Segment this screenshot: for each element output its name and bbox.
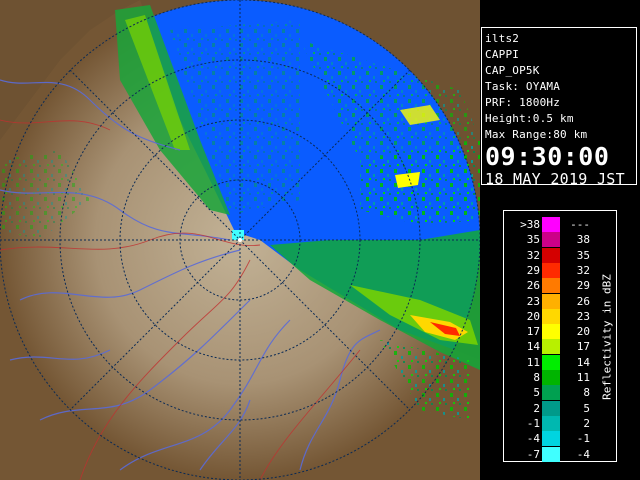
legend-upper-bound: 29 [576,279,590,293]
cappi-height: Height:0.5 km [485,112,574,125]
legend-upper-bound: 8 [583,386,590,400]
radar-map [0,0,480,480]
legend-lower-bound: 11 [526,355,540,369]
task-name: Task: OYAMA [485,80,561,93]
legend-upper-bound: 35 [576,248,590,262]
legend-lower-bound: 35 [526,233,540,247]
legend-lower-bound: -1 [526,416,540,430]
legend-lower-bound: 14 [526,340,540,354]
legend-lower-bound: 20 [526,309,540,323]
legend-color-swatch [542,370,560,385]
legend-title-box: Reflectivity in dBZ [600,219,614,455]
radar-site-marker [238,238,242,242]
legend-upper-bound: 2 [583,416,590,430]
legend-upper-bound: 38 [576,233,590,247]
legend-upper-bound: -4 [576,447,590,461]
legend-color-swatch [542,262,560,278]
legend-upper-bound: --- [570,218,590,231]
legend-color-swatch [542,415,560,431]
legend-upper-bound: 17 [576,340,590,354]
max-range: Max Range:80 km [485,128,588,141]
legend-lower-bound: 29 [526,263,540,277]
legend-color-swatch [542,217,560,232]
legend-color-swatch [542,431,560,447]
legend-lower-bound: 32 [526,248,540,262]
legend-color-swatch [542,293,560,309]
legend-upper-bound: 26 [576,294,590,308]
legend-color-swatch [542,308,560,324]
legend-color-swatch [542,400,560,416]
legend-color-swatch [542,354,560,370]
site-name: ilts2 [485,32,520,45]
legend-color-swatch [542,324,560,340]
legend-color-swatch [542,446,560,462]
legend-upper-bound: 11 [576,371,590,384]
info-panel: ilts2 CAPPI CAP_OP5K Task: OYAMA PRF: 18… [481,27,637,188]
legend-upper-bound: -1 [576,432,590,446]
legend-lower-bound: -4 [526,432,540,446]
reflectivity-legend: >38 --- 35 38 32 35 29 32 26 29 23 26 20 23 17 20 14 17 11… [503,210,617,462]
legend-upper-bound: 14 [576,355,590,369]
legend-lower-bound: 2 [533,401,540,415]
legend-color-swatch [542,232,560,248]
product-type: CAPPI [485,48,520,61]
legend-lower-bound: >38 [520,218,540,231]
legend-lower-bound: 26 [526,279,540,293]
legend-upper-bound: 32 [576,263,590,277]
legend-upper-bound: 5 [583,401,590,415]
legend-color-swatch [542,278,560,294]
prf-value: PRF: 1800Hz [485,96,561,109]
legend-color-swatch [542,247,560,263]
legend-lower-bound: 8 [533,371,540,384]
observation-time: 09:30:00 [485,142,610,171]
legend-color-swatch [542,339,560,355]
legend-upper-bound: 23 [576,309,590,323]
product-variant: CAP_OP5K [485,64,540,77]
legend-lower-bound: 17 [526,325,540,339]
legend-lower-bound: 23 [526,294,540,308]
legend-color-swatch [542,385,560,401]
legend-title: Reflectivity in dBZ [600,274,614,400]
legend-lower-bound: 5 [533,386,540,400]
observation-date: 18 MAY 2019 JST [485,170,625,188]
legend-lower-bound: -7 [526,447,540,461]
legend-upper-bound: 20 [576,325,590,339]
